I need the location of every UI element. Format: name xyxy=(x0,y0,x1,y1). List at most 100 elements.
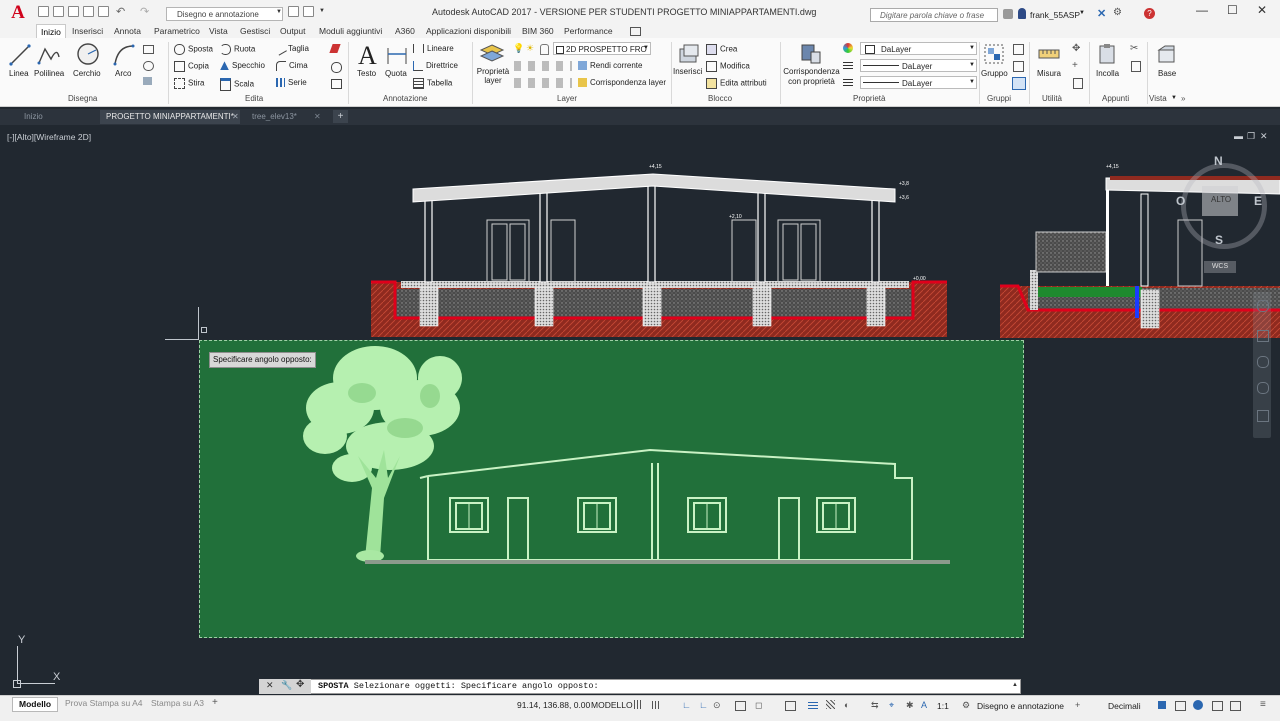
layer-properties-icon[interactable] xyxy=(479,42,505,66)
edit-attributes-button[interactable]: Edita attributi xyxy=(706,78,767,89)
file-tab-start[interactable]: Inizio xyxy=(18,110,49,124)
close-icon[interactable]: ✕ xyxy=(1257,3,1267,17)
tab-inizio[interactable]: Inizio xyxy=(36,24,66,39)
layer-tools-row-icons[interactable] xyxy=(514,61,572,71)
base-view-label[interactable]: Base xyxy=(1158,69,1176,78)
insert-block-label[interactable]: Inserisci xyxy=(673,67,702,76)
text-label[interactable]: Testo xyxy=(357,69,376,78)
lock-icon[interactable] xyxy=(540,44,549,55)
close-icon[interactable]: ✕ xyxy=(314,112,321,121)
connect-icon[interactable]: ⚙ xyxy=(1113,7,1122,18)
cut-icon[interactable]: ✂ xyxy=(1130,43,1138,54)
viewcube-north[interactable]: N xyxy=(1214,154,1223,168)
explode-icon[interactable] xyxy=(331,62,342,73)
save-icon[interactable] xyxy=(68,6,79,17)
dimension-icon[interactable] xyxy=(386,44,408,66)
workspace-settings-icon[interactable] xyxy=(288,6,299,17)
color-wheel-icon[interactable] xyxy=(843,43,853,53)
ribbon-minimize-icon[interactable] xyxy=(630,27,641,36)
layout-tab-a3[interactable]: Stampa su A3 xyxy=(151,698,204,708)
lightbulb-icon[interactable]: 💡 xyxy=(513,43,524,54)
viewcube-west[interactable]: O xyxy=(1176,194,1185,208)
gradient-icon[interactable] xyxy=(143,77,152,85)
pan-icon[interactable] xyxy=(1257,330,1269,342)
tab-performance[interactable]: Performance xyxy=(560,24,617,38)
circle-label[interactable]: Cerchio xyxy=(73,69,101,78)
chevron-down-icon[interactable]: ▼ xyxy=(1079,10,1085,16)
tab-vista[interactable]: Vista xyxy=(205,24,232,38)
offset-icon[interactable] xyxy=(331,79,342,89)
open-file-icon[interactable] xyxy=(53,6,64,17)
tab-moduli[interactable]: Moduli aggiuntivi xyxy=(315,24,386,38)
snap-icon[interactable] xyxy=(652,701,661,709)
grid-icon[interactable] xyxy=(634,700,642,709)
polyline-label[interactable]: Polilinea xyxy=(34,69,64,78)
insert-block-icon[interactable] xyxy=(678,43,700,65)
annotation-monitor-icon[interactable]: + xyxy=(1075,700,1080,710)
command-history-icon[interactable]: ▲ xyxy=(1012,682,1018,688)
tab-parametrico[interactable]: Parametrico xyxy=(150,24,204,38)
undo-icon[interactable]: ↶ xyxy=(116,5,125,18)
trim-button[interactable]: Taglia xyxy=(274,42,309,56)
select-icon[interactable]: ✥ xyxy=(1072,43,1080,54)
linear-button[interactable]: Lineare xyxy=(413,44,454,54)
viewport-close-icon[interactable]: ✕ xyxy=(1260,131,1268,142)
viewport-restore-icon[interactable]: ❐ xyxy=(1247,131,1255,142)
tab-inserisci[interactable]: Inserisci xyxy=(68,24,107,38)
panel-title-groups[interactable]: Gruppi xyxy=(987,94,1011,103)
group-icon[interactable] xyxy=(983,43,1005,65)
polyline-icon[interactable] xyxy=(37,43,61,67)
isolate-objects-icon[interactable] xyxy=(1193,700,1203,710)
quick-properties-icon[interactable] xyxy=(1158,701,1166,709)
file-tab-tree[interactable]: tree_elev13* xyxy=(246,110,303,124)
clean-screen-icon[interactable] xyxy=(1230,701,1241,711)
model-space-toggle[interactable]: MODELLO xyxy=(591,700,633,710)
hardware-acceleration-icon[interactable] xyxy=(1212,701,1223,711)
binoculars-icon[interactable] xyxy=(1003,9,1013,19)
line-icon[interactable] xyxy=(9,43,31,67)
layer-tools-row-icons-2[interactable] xyxy=(514,78,572,88)
minimize-icon[interactable]: — xyxy=(1196,3,1208,17)
circle-icon[interactable] xyxy=(76,42,100,66)
object-snap-tracking-icon[interactable] xyxy=(735,701,746,711)
annotation-visibility-icon[interactable]: A xyxy=(921,700,927,710)
selection-filter-icon[interactable]: ⌖ xyxy=(889,700,894,711)
workspace-switch[interactable]: Disegno e annotazione xyxy=(977,701,1064,711)
polar-icon[interactable]: ∟ xyxy=(699,700,708,710)
paste-label[interactable]: Incolla xyxy=(1096,69,1119,78)
units-setting[interactable]: Decimali xyxy=(1108,701,1141,711)
user-name[interactable]: frank_55ASP xyxy=(1030,10,1080,20)
measure-label[interactable]: Misura xyxy=(1037,69,1061,78)
move-button[interactable]: Sposta xyxy=(174,44,213,55)
dimension-label[interactable]: Quota xyxy=(385,69,407,78)
layout-tab-model[interactable]: Modello xyxy=(12,697,59,712)
panel-title-block[interactable]: Blocco xyxy=(708,94,732,103)
close-icon[interactable]: ✕ xyxy=(232,112,239,121)
layer-match-button[interactable]: Corrispondenza layer xyxy=(578,78,666,88)
redo-icon[interactable]: ↷ xyxy=(140,5,149,18)
copy-clip-icon[interactable] xyxy=(1131,61,1141,72)
group-label[interactable]: Gruppo xyxy=(981,69,1008,78)
calculator-icon[interactable] xyxy=(1073,78,1083,89)
steering-wheel-icon[interactable] xyxy=(1257,300,1269,312)
isodraft-icon[interactable]: ⊙ xyxy=(713,700,721,711)
plot-icon[interactable] xyxy=(98,6,109,17)
array-button[interactable]: Serie xyxy=(276,78,307,88)
gizmo-icon[interactable]: ✱ xyxy=(906,700,914,711)
match-properties-label[interactable]: Corrispondenza con proprietà xyxy=(783,67,840,87)
transparency-icon[interactable] xyxy=(808,700,818,709)
edit-block-button[interactable]: Modifica xyxy=(706,61,750,72)
panel-title-clipboard[interactable]: Appunti xyxy=(1102,94,1129,103)
new-tab-button[interactable]: + xyxy=(333,110,348,123)
scale-button[interactable]: Scala xyxy=(220,78,254,91)
panel-title-properties[interactable]: Proprietà xyxy=(853,94,885,103)
lock-ui-icon[interactable] xyxy=(1175,701,1186,711)
point-icon[interactable]: + xyxy=(1072,60,1078,71)
help-icon[interactable]: ? xyxy=(1144,8,1155,19)
table-button[interactable]: Tabella xyxy=(413,78,452,89)
panel-title-view[interactable]: Vista xyxy=(1149,94,1167,103)
mirror-button[interactable]: Specchio xyxy=(220,61,265,71)
rotate-button[interactable]: Ruota xyxy=(220,44,255,55)
workspace-gear-icon[interactable]: ⚙ xyxy=(962,700,970,711)
close-command-icon[interactable]: ✕ xyxy=(266,680,274,691)
